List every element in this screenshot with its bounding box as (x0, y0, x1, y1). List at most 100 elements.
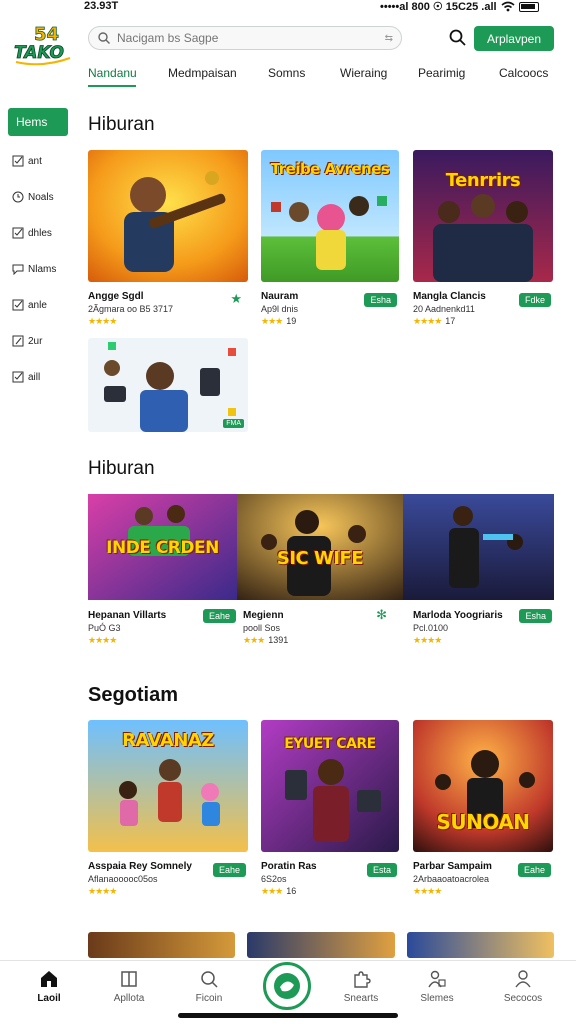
thumbnail-title: EYUET CARE (284, 736, 376, 752)
nav-label: Laoil (37, 993, 61, 1004)
install-button[interactable]: Eahe (517, 863, 551, 877)
sidebar-item-noals[interactable]: Noals (8, 186, 72, 208)
user-icon (515, 970, 531, 988)
card-rating: ★★★★ (413, 635, 554, 646)
nav-home[interactable]: Laoil (14, 969, 84, 1004)
game-card[interactable]: Treibe Avrenes Esha Nauram Ap9l dnis ★★★… (261, 150, 399, 327)
search-input[interactable] (117, 31, 385, 45)
nav-label: Secocos (503, 993, 543, 1004)
next-row-preview (88, 932, 554, 958)
rating-count: 16 (286, 886, 297, 896)
search-icon[interactable] (448, 28, 468, 48)
rating-count: 19 (286, 316, 297, 326)
nav-label: Slemes (420, 993, 454, 1004)
sidebar-item-aill[interactable]: aill (8, 366, 72, 388)
nav-slemes[interactable]: Slemes (402, 969, 472, 1004)
game-card[interactable]: Esha Marloda Yoogriaris Pcl.0100 ★★★★ (413, 600, 554, 646)
game-card[interactable]: Tenrrirs Fdke Mangla Clancis 20 Aadnenkd… (413, 150, 553, 327)
app-logo[interactable]: 54 TAKO (12, 20, 74, 70)
game-thumbnail[interactable]: EYUET CARE (261, 720, 399, 852)
game-thumbnail[interactable] (406, 932, 554, 958)
section-title-hiburan-2: Hiburan (88, 458, 155, 479)
status-indicators: •••••al 800 ☉ 15C25 .all (380, 0, 539, 13)
sidebar-item-label: aill (28, 371, 41, 383)
thumbnail-title: SUNOAN (436, 810, 530, 834)
chat-icon (12, 264, 24, 275)
star-rating-icon: ★★★★ (88, 886, 117, 896)
game-card[interactable]: EYUET CARE Esta Poratin Ras 6S2os ★★★ 16 (261, 720, 399, 897)
game-thumbnail[interactable]: FMA (88, 338, 248, 432)
game-thumbnail[interactable]: SIC WIFE (237, 494, 403, 600)
sidebar-item-label: Noals (28, 191, 54, 203)
game-thumbnail[interactable] (247, 932, 395, 958)
tab-wieraing[interactable]: Wieraing (340, 66, 387, 80)
battery-icon (518, 1, 539, 12)
game-thumbnail[interactable] (88, 150, 248, 282)
game-thumbnail[interactable]: Tenrrirs (413, 150, 553, 282)
checkbox-icon (12, 227, 24, 239)
home-indicator[interactable] (178, 1013, 398, 1018)
game-card[interactable]: ★ Angge Sgdl 2Ãgmara oo B5 3717 ★★★★ (88, 150, 248, 327)
checkbox-icon (12, 371, 24, 383)
search-bar[interactable]: ⇆ (88, 26, 402, 50)
bottom-navigation: Laoil Apllota Ficoin Snearts Slemes Seco… (0, 960, 576, 1024)
active-tab-indicator (88, 85, 136, 87)
checkbox-icon (12, 155, 24, 167)
game-card[interactable]: Eahe Hepanan Villarts PuÓ G3 ★★★★ (88, 600, 238, 646)
nav-ficoin[interactable]: Ficoin (174, 969, 244, 1004)
tab-pearimig[interactable]: Pearimig (418, 66, 465, 80)
card-subtitle: PuÓ G3 (88, 623, 121, 633)
apply-button[interactable]: Arplavpen (474, 26, 554, 51)
tab-nandanu[interactable]: Nandanu (88, 66, 137, 80)
sidebar-item-hems[interactable]: Hems (8, 108, 68, 136)
nav-label: Snearts (343, 993, 379, 1004)
search-icon (201, 971, 218, 988)
tab-somns[interactable]: Somns (268, 66, 305, 80)
sidebar-item-ant[interactable]: ant (8, 150, 72, 172)
game-thumbnail[interactable]: SUNOAN (413, 720, 553, 852)
filter-icon[interactable]: ⇆ (385, 33, 393, 44)
tab-medmpaisan[interactable]: Medmpaisan (168, 66, 237, 80)
star-rating-icon: ★★★★ (413, 886, 442, 896)
install-button[interactable]: Esha (519, 609, 552, 623)
sparkle-icon[interactable]: ✻ (376, 607, 387, 623)
card-rating: ★★★★ (88, 886, 248, 897)
grid-icon (121, 971, 137, 987)
home-icon (41, 971, 57, 987)
card-rating: ★★★★ (88, 635, 238, 646)
game-thumbnail[interactable]: Treibe Avrenes (261, 150, 399, 282)
game-thumbnail[interactable] (88, 932, 236, 958)
install-button[interactable]: Esha (364, 293, 397, 307)
game-card[interactable]: ✻ Megienn pooll Sos ★★★ 1391 (243, 600, 393, 646)
sparkle-icon[interactable]: ★ (230, 291, 242, 307)
sidebar-item-nlams[interactable]: Nlams (8, 258, 72, 280)
rating-count: 1391 (268, 635, 289, 645)
card-rating: ★★★★ (88, 316, 248, 327)
install-button[interactable]: Eahe (212, 863, 246, 877)
nav-center-button[interactable] (263, 962, 311, 1010)
install-button[interactable]: Fdke (518, 293, 551, 307)
card-subtitle: pooll Sos (243, 623, 281, 633)
tab-calcoocs[interactable]: Calcoocs (499, 66, 548, 80)
section-title-segotiam: Segotiam (88, 684, 179, 706)
nav-label: Ficoin (195, 993, 223, 1004)
nav-snearts[interactable]: Snearts (326, 969, 396, 1004)
status-bar: 23.93T •••••al 800 ☉ 15C25 .all (0, 0, 576, 14)
checkbox-icon (12, 299, 24, 311)
sidebar-item-anle[interactable]: anle (8, 294, 72, 316)
game-thumbnail[interactable]: RAVANAZ (88, 720, 248, 852)
game-thumbnail[interactable]: INDE CRDEN (88, 494, 237, 600)
game-thumbnail[interactable] (403, 494, 554, 600)
game-card[interactable]: SUNOAN Eahe Parbar Sampaim 2Arbaaoatoacr… (413, 720, 553, 897)
nav-secocos[interactable]: Secocos (488, 969, 558, 1004)
sidebar-item-dhles[interactable]: dhles (8, 222, 72, 244)
thumbnail-badge: FMA (223, 419, 244, 428)
nav-label: Apllota (113, 993, 145, 1004)
game-card[interactable]: FMA (88, 338, 248, 432)
install-button[interactable]: Eahe (202, 609, 236, 623)
sidebar-item-2ur[interactable]: 2ur (8, 330, 72, 352)
person-badge-icon (428, 970, 446, 988)
nav-apllota[interactable]: Apllota (94, 969, 164, 1004)
game-card[interactable]: RAVANAZ Eahe Asspaia Rey Somnely Aflanao… (88, 720, 248, 897)
install-button[interactable]: Esta (366, 863, 397, 877)
